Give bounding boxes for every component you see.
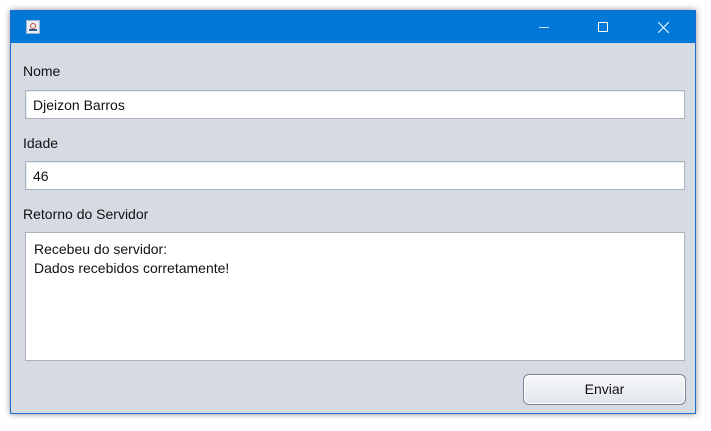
java-app-icon[interactable] (26, 20, 40, 34)
nome-input[interactable] (25, 90, 685, 119)
minimize-button[interactable] (521, 11, 567, 43)
idade-input[interactable] (25, 161, 685, 190)
response-line-2: Dados recebidos corretamente! (34, 260, 230, 276)
title-bar[interactable] (11, 11, 695, 43)
response-line-1: Recebeu do servidor: (34, 241, 168, 257)
idade-label: Idade (23, 135, 59, 151)
retorno-label: Retorno do Servidor (23, 206, 149, 222)
close-icon (658, 21, 670, 33)
close-button[interactable] (641, 11, 687, 43)
app-window: Nome Idade Retorno do Servidor Recebeu d… (10, 10, 696, 414)
nome-label: Nome (23, 63, 61, 79)
server-response-textarea[interactable]: Recebeu do servidor: Dados recebidos cor… (25, 232, 685, 361)
enviar-button[interactable]: Enviar (523, 374, 686, 405)
maximize-button[interactable] (580, 11, 626, 43)
minimize-icon (539, 27, 549, 28)
maximize-icon (598, 22, 608, 32)
